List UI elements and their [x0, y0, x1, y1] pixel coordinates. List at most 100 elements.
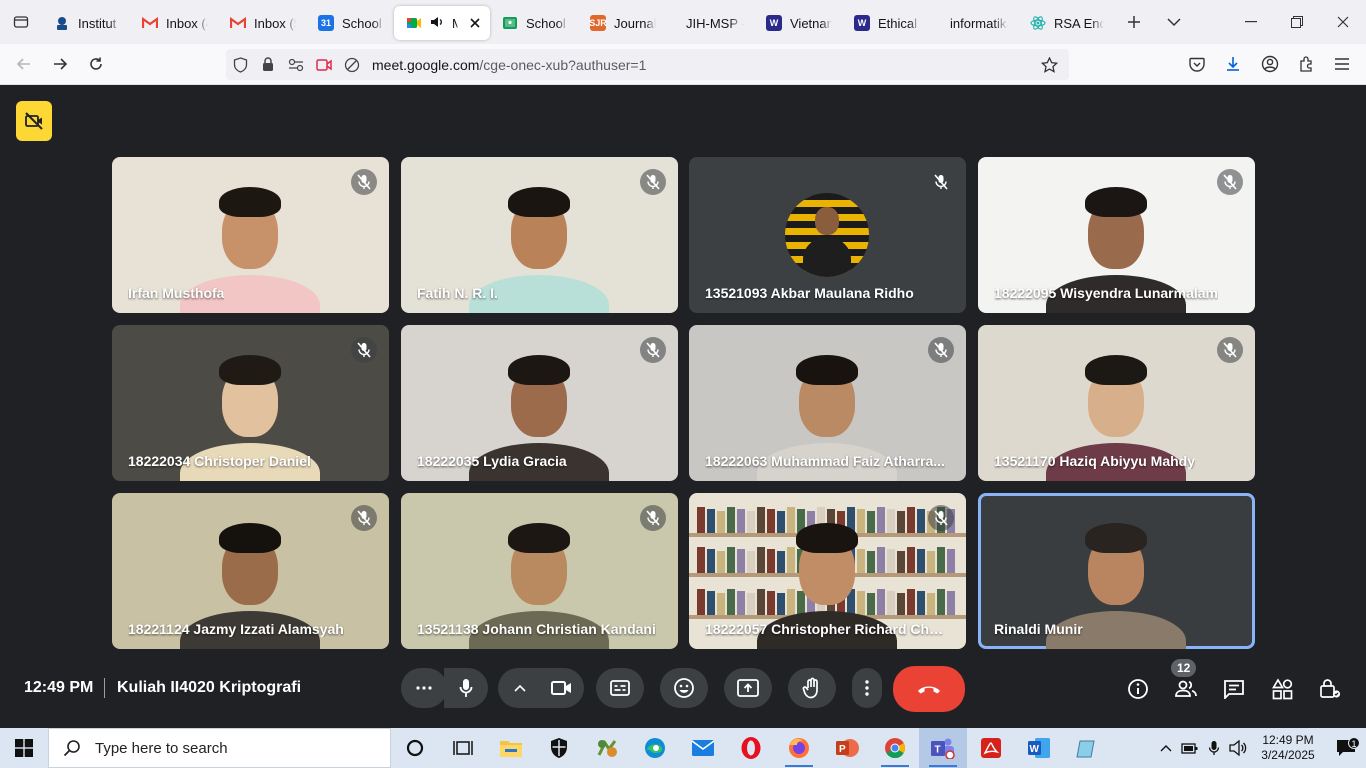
firefox-icon[interactable] — [775, 728, 823, 768]
w-icon: W — [766, 15, 782, 31]
microphone-tray-icon[interactable] — [1202, 728, 1226, 768]
browser-tab[interactable]: Inbox (4 — [130, 6, 218, 40]
browser-tab[interactable]: W Ethical P — [842, 6, 930, 40]
browser-tab[interactable]: Inbox (5 — [218, 6, 306, 40]
opera-icon[interactable] — [727, 728, 775, 768]
browser-tab[interactable]: informatika — [930, 6, 1018, 40]
participant-tile[interactable]: 18222035 Lydia Gracia — [401, 325, 678, 481]
action-center-icon[interactable]: 1 — [1326, 737, 1366, 757]
python-game-icon[interactable] — [583, 728, 631, 768]
browser-tab[interactable]: RSA Enc — [1018, 6, 1114, 40]
participant-tile[interactable]: 13521170 Haziq Abiyyu Mahdy — [978, 325, 1255, 481]
participant-tile[interactable]: Fatih N. R. I. — [401, 157, 678, 313]
taskbar-search-box[interactable]: Type here to search — [48, 728, 391, 768]
chat-icon[interactable] — [1218, 673, 1250, 705]
participant-tile[interactable]: 18222095 Wisyendra Lunarmalam — [978, 157, 1255, 313]
forward-button[interactable] — [44, 48, 76, 80]
meeting-details-info-icon[interactable] — [1122, 673, 1154, 705]
powerpoint-icon[interactable]: P — [823, 728, 871, 768]
url-text: meet.google.com/cge-onec-xub?authuser=1 — [372, 56, 647, 73]
lock-icon[interactable] — [254, 57, 282, 72]
captions-button[interactable] — [596, 668, 644, 708]
list-all-tabs-chevron-icon[interactable] — [1154, 0, 1194, 44]
browser-tab[interactable]: W Vietnam — [754, 6, 842, 40]
participant-tile[interactable]: 18222034 Christoper Daniel — [112, 325, 389, 481]
teams-icon[interactable]: T — [919, 728, 967, 768]
browser-tab-label: Vietnam — [790, 15, 832, 31]
browser-tab[interactable]: Me — [394, 6, 490, 40]
menu-hamburger-icon[interactable] — [1326, 48, 1358, 80]
video-options-chevron-icon[interactable] — [498, 668, 542, 708]
leave-call-button[interactable] — [893, 666, 965, 712]
participant-tile[interactable]: 13521138 Johann Christian Kandani — [401, 493, 678, 649]
address-bar[interactable]: meet.google.com/cge-onec-xub?authuser=1 — [226, 49, 1069, 80]
account-icon[interactable] — [1254, 48, 1286, 80]
search-icon — [63, 740, 80, 757]
app-glass-icon[interactable] — [1063, 728, 1111, 768]
camera-button[interactable] — [540, 668, 584, 708]
camera-off-indicator-icon[interactable] — [16, 101, 52, 141]
people-button[interactable]: 12 — [1170, 659, 1202, 705]
search-placeholder: Type here to search — [95, 739, 228, 757]
extensions-puzzle-icon[interactable] — [1290, 48, 1322, 80]
muted-microphone-icon — [928, 505, 954, 531]
reload-button[interactable] — [80, 48, 112, 80]
tracking-protection-shield-icon[interactable] — [226, 56, 254, 73]
task-view-icon[interactable] — [439, 728, 487, 768]
raise-hand-button[interactable] — [788, 668, 836, 708]
host-controls-lock-icon[interactable] — [1314, 673, 1346, 705]
present-screen-button[interactable] — [724, 668, 772, 708]
browser-tab-bar: Institut T Inbox (4 Inbox (5 31 School o Me Sc… — [0, 0, 1366, 44]
browser-tab[interactable]: SJR Journal o — [578, 6, 666, 40]
volume-icon[interactable] — [1226, 728, 1250, 768]
participant-tile[interactable]: 18221124 Jazmy Izzati Alamsyah — [112, 493, 389, 649]
windows-security-icon[interactable] — [535, 728, 583, 768]
browser-tab[interactable]: JIH-MSP - Jo — [666, 6, 754, 40]
back-button[interactable] — [8, 48, 40, 80]
acrobat-icon[interactable] — [967, 728, 1015, 768]
more-options-button[interactable] — [401, 668, 447, 708]
pocket-icon[interactable] — [1181, 48, 1213, 80]
participant-tile[interactable]: 18222063 Muhammad Faiz Atharra... — [689, 325, 966, 481]
chrome-icon[interactable] — [871, 728, 919, 768]
microphone-button[interactable] — [444, 668, 488, 708]
more-actions-button[interactable] — [852, 668, 882, 708]
edge-browser-icon[interactable] — [631, 728, 679, 768]
browser-tab[interactable]: 31 School o — [306, 6, 394, 40]
restore-button[interactable] — [1274, 0, 1320, 44]
start-button[interactable] — [0, 728, 48, 768]
permissions-icon[interactable] — [282, 58, 310, 72]
show-hidden-icons-chevron-icon[interactable] — [1154, 728, 1178, 768]
camera-sharing-icon[interactable] — [310, 58, 338, 71]
emoji-reactions-button[interactable] — [660, 668, 708, 708]
new-tab-button[interactable] — [1114, 0, 1154, 44]
participant-tile[interactable]: Rinaldi Munir — [978, 493, 1255, 649]
file-explorer-icon[interactable] — [487, 728, 535, 768]
participant-tile[interactable]: 13521093 Akbar Maulana Ridho — [689, 157, 966, 313]
calendar-icon: 31 — [318, 15, 334, 31]
minimize-button[interactable] — [1228, 0, 1274, 44]
activities-icon[interactable] — [1266, 673, 1298, 705]
browser-tab-label: Inbox (5 — [254, 15, 296, 31]
battery-icon[interactable] — [1178, 728, 1202, 768]
muted-microphone-icon — [351, 169, 377, 195]
taskbar-clock[interactable]: 12:49 PM 3/24/2025 — [1250, 733, 1326, 763]
word-icon[interactable]: W — [1015, 728, 1063, 768]
participant-tile[interactable]: 18222057 Christopher Richard Cha... — [689, 493, 966, 649]
participant-tile[interactable]: Irfan Musthofa — [112, 157, 389, 313]
close-tab-icon[interactable] — [470, 15, 480, 32]
downloads-icon[interactable] — [1217, 48, 1249, 80]
meeting-time: 12:49 PM — [24, 679, 94, 696]
participant-name: 13521093 Akbar Maulana Ridho — [705, 285, 914, 301]
muted-microphone-icon — [640, 505, 666, 531]
browser-tab[interactable]: Institut T — [42, 6, 130, 40]
microphone-blocked-icon[interactable] — [338, 57, 366, 73]
browser-tab[interactable]: School o — [490, 6, 578, 40]
close-window-button[interactable] — [1320, 0, 1366, 44]
mail-icon[interactable] — [679, 728, 727, 768]
bookmark-star-icon[interactable] — [1035, 56, 1063, 73]
tab-list-icon[interactable] — [0, 0, 42, 44]
cortana-icon[interactable] — [391, 728, 439, 768]
tab-audio-playing-icon[interactable] — [430, 16, 444, 31]
muted-microphone-icon — [640, 169, 666, 195]
